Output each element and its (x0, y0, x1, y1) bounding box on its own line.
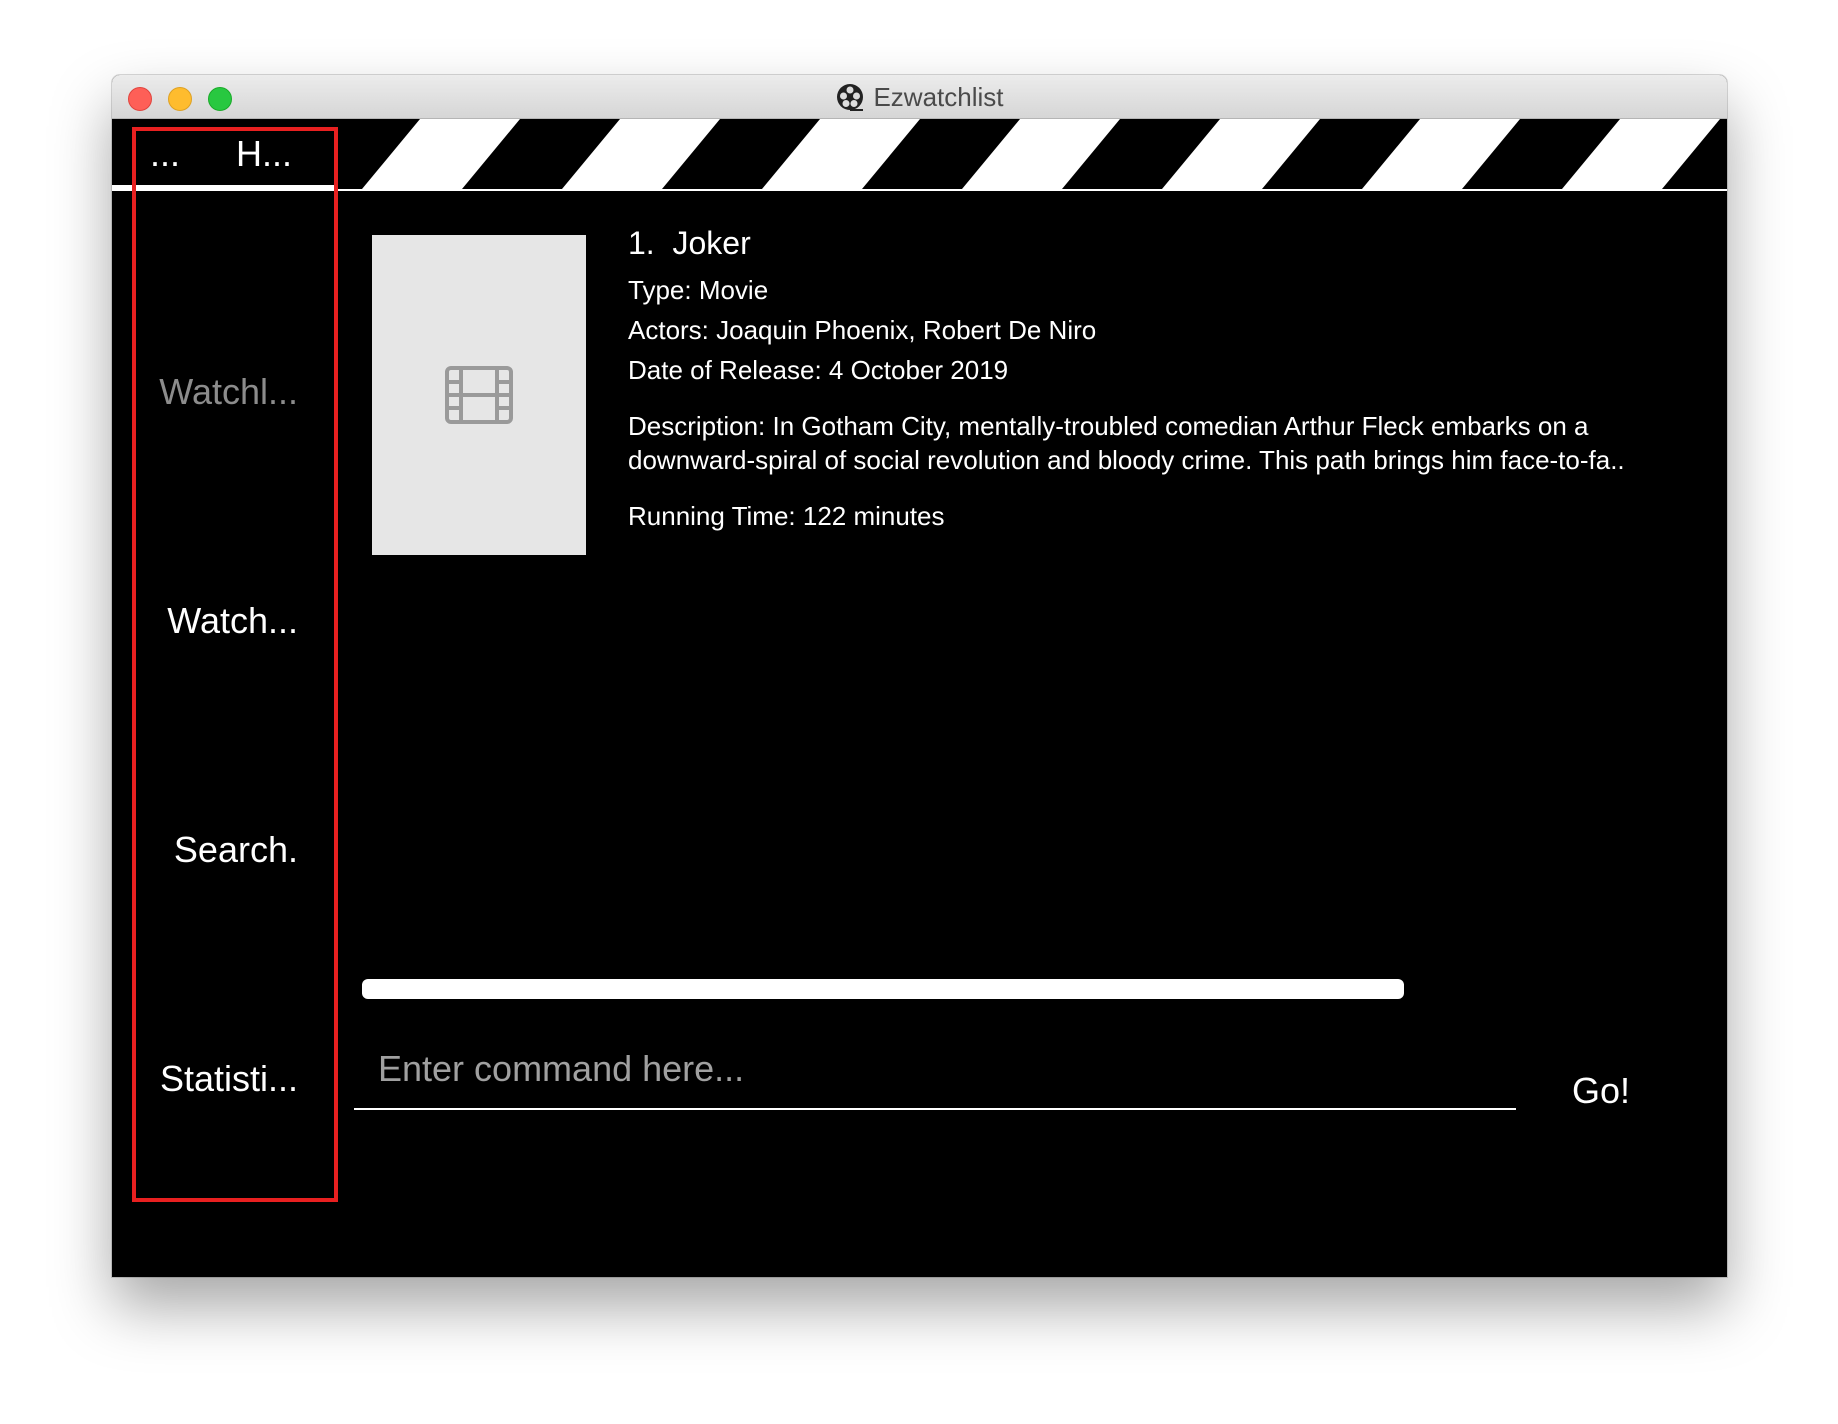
movie-actors: Actors: Joaquin Phoenix, Robert De Niro (628, 315, 1097, 345)
movie-title: Joker (672, 225, 751, 261)
title-bar[interactable]: Ezwatchlist (112, 75, 1727, 119)
sidebar-item-watchlist[interactable]: Watchl... (159, 371, 298, 413)
app-window: Ezwatchlist ... H... Watchl... Watch... … (112, 75, 1727, 1277)
movie-type: Type: Movie (628, 275, 769, 305)
menu-header: ... H... (112, 119, 1727, 191)
progress-bar (362, 979, 1404, 999)
movie-index: 1. (628, 225, 655, 261)
go-button[interactable]: Go! (1572, 1070, 1630, 1112)
header-divider (112, 189, 1727, 191)
movie-running-time: Running Time: 122 minutes (628, 501, 945, 531)
sidebar-item-statistics[interactable]: Statisti... (160, 1058, 298, 1100)
film-icon (445, 366, 513, 424)
movie-release-date: Date of Release: 4 October 2019 (628, 355, 1009, 385)
command-input[interactable] (354, 1030, 1516, 1110)
sidebar-highlight: Watchl... Watch... Search. Statisti... (132, 127, 338, 1202)
movie-poster (372, 235, 586, 555)
window-title-group: Ezwatchlist (112, 75, 1727, 119)
movie-description-line-1: Description: In Gotham City, mentally-tr… (628, 411, 1589, 441)
sidebar-item-watched[interactable]: Watch... (167, 600, 298, 642)
movie-title-row: 1. Joker (628, 225, 751, 262)
movie-description-line-2: downward-spiral of social revolution and… (628, 445, 1625, 475)
sidebar-item-search[interactable]: Search. (174, 829, 298, 871)
window-title: Ezwatchlist (873, 81, 1004, 112)
clapperboard-stripes (362, 119, 1720, 189)
film-reel-icon (837, 84, 864, 111)
